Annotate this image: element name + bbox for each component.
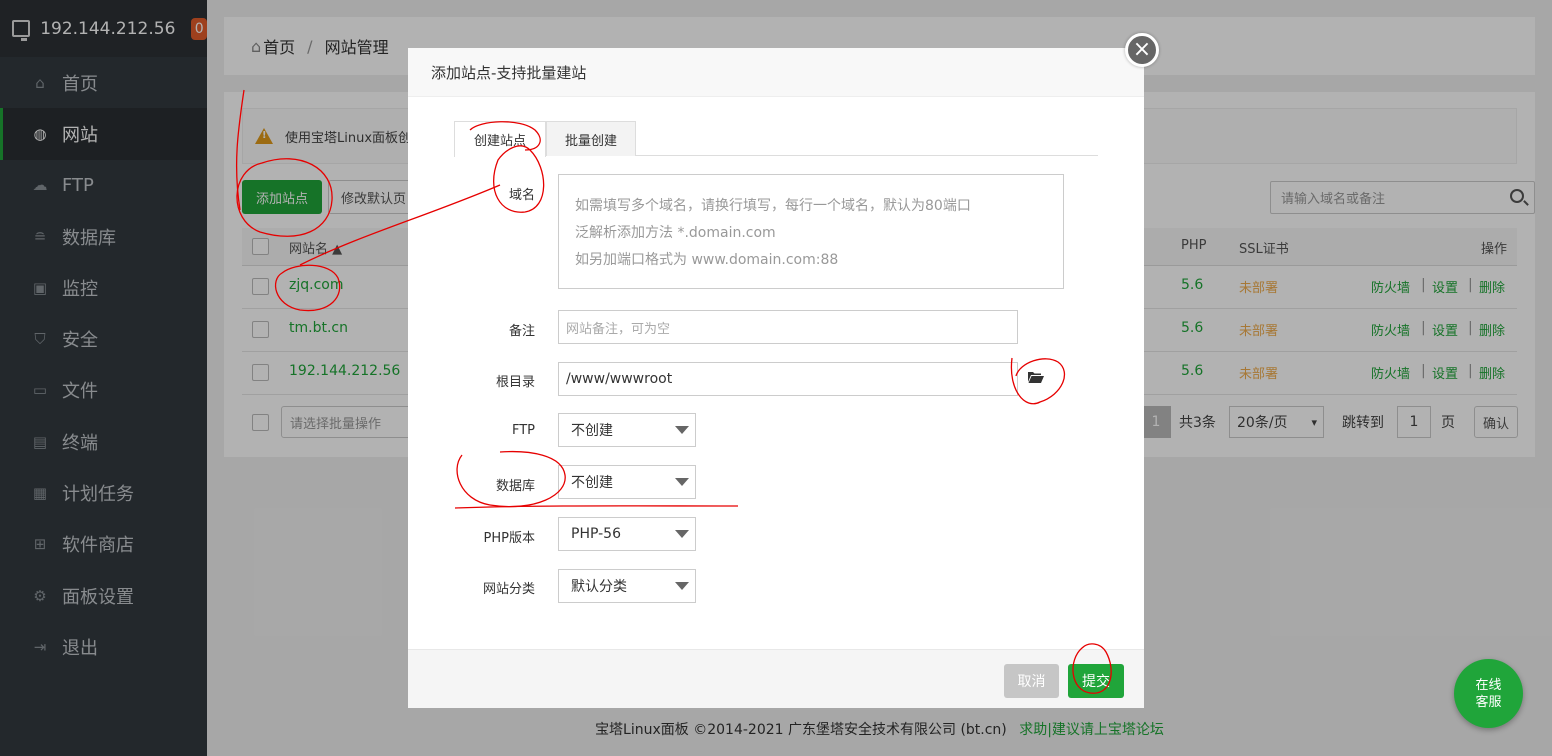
- close-icon: ×: [1132, 37, 1152, 62]
- tab-batch-create[interactable]: 批量创建: [546, 121, 636, 156]
- domain-hint: 如另加端口格式为 www.domain.com:88: [575, 252, 839, 268]
- ftp-select[interactable]: 不创建: [558, 413, 696, 447]
- php-version-select[interactable]: PHP-56: [558, 517, 696, 551]
- domain-hint: 如需填写多个域名，请换行填写，每行一个域名，默认为80端口: [575, 198, 971, 214]
- php-version-label: PHP版本: [483, 531, 535, 546]
- root-dir-input[interactable]: /www/wwwroot: [558, 362, 1018, 396]
- add-site-dialog: 添加站点-支持批量建站 创建站点 批量创建 域名 如需填写多个域名，请换行填写，…: [408, 48, 1144, 708]
- caret-down-icon: [675, 478, 689, 486]
- domain-hint: 泛解析添加方法 *.domain.com: [575, 225, 776, 241]
- tab-create-site[interactable]: 创建站点: [454, 121, 546, 157]
- dialog-footer: 取消 提交: [408, 649, 1144, 708]
- database-select-value: 不创建: [571, 475, 613, 491]
- close-dialog-button[interactable]: ×: [1125, 33, 1159, 67]
- cancel-button[interactable]: 取消: [1004, 664, 1059, 698]
- dialog-tabs: 创建站点 批量创建: [454, 121, 1098, 157]
- root-dir-label: 根目录: [495, 375, 535, 390]
- database-select[interactable]: 不创建: [558, 465, 696, 499]
- submit-button[interactable]: 提交: [1068, 664, 1124, 698]
- category-select-value: 默认分类: [571, 579, 627, 595]
- caret-down-icon: [675, 530, 689, 538]
- dialog-title: 添加站点-支持批量建站: [408, 48, 1144, 97]
- category-label: 网站分类: [482, 582, 535, 597]
- folder-open-icon[interactable]: [1028, 371, 1044, 383]
- remark-input[interactable]: 网站备注，可为空: [558, 310, 1018, 344]
- remark-label: 备注: [508, 324, 535, 339]
- chat-line-2: 客服: [1475, 694, 1502, 710]
- domain-label: 域名: [508, 188, 535, 203]
- category-select[interactable]: 默认分类: [558, 569, 696, 603]
- database-label: 数据库: [495, 479, 535, 494]
- caret-down-icon: [675, 582, 689, 590]
- ftp-select-value: 不创建: [571, 423, 613, 439]
- caret-down-icon: [675, 426, 689, 434]
- php-select-value: PHP-56: [571, 526, 621, 542]
- domain-textarea[interactable]: 如需填写多个域名，请换行填写，每行一个域名，默认为80端口 泛解析添加方法 *.…: [558, 174, 1064, 289]
- chat-line-1: 在线: [1475, 677, 1502, 693]
- ftp-label: FTP: [511, 423, 535, 438]
- online-support-button[interactable]: 在线 客服: [1454, 659, 1523, 728]
